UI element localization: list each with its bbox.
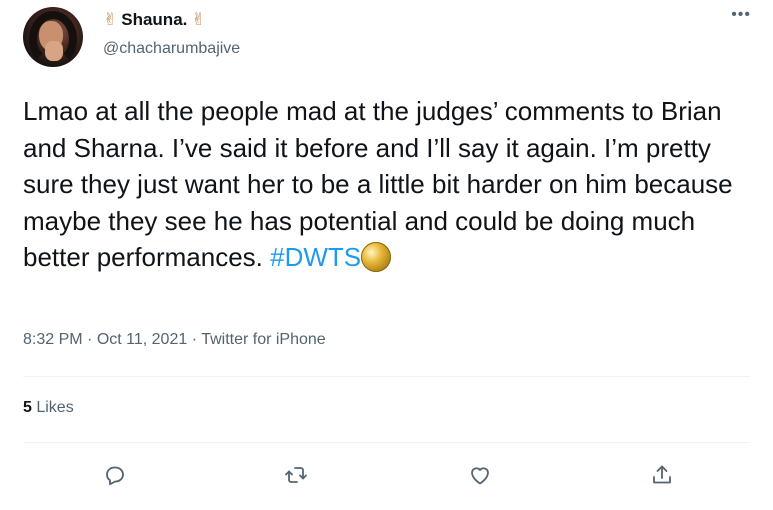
likes-count: 5 — [23, 399, 32, 416]
meta-separator: · — [82, 331, 97, 348]
like-button[interactable] — [463, 458, 497, 492]
share-button[interactable] — [645, 458, 679, 492]
display-name[interactable]: Shauna. — [121, 10, 187, 30]
avatar-hand — [45, 41, 63, 61]
share-icon — [653, 465, 671, 484]
hashtag-link[interactable]: #DWTS — [270, 242, 361, 272]
mirrorball-icon — [361, 242, 392, 272]
user-handle[interactable]: @chacharumbajive — [103, 40, 240, 58]
tweet-date[interactable]: Oct 11, 2021 — [97, 331, 187, 348]
tweet-meta: 8:32 PM · Oct 11, 2021 · Twitter for iPh… — [23, 331, 326, 349]
likes-label: Likes — [31, 399, 74, 416]
reply-button[interactable] — [98, 458, 132, 492]
divider — [23, 376, 750, 377]
action-bar — [0, 458, 773, 492]
tweet-source[interactable]: Twitter for iPhone — [201, 331, 326, 348]
divider — [23, 442, 750, 443]
meta-separator: · — [187, 331, 202, 348]
victory-hand-emoji-icon: ✌ — [103, 10, 118, 30]
reply-icon — [106, 466, 124, 486]
retweet-icon — [285, 467, 307, 483]
tweet-time[interactable]: 8:32 PM — [23, 331, 83, 348]
tweet-card: ✌ Shauna. ✌ @chacharumbajive ••• Lmao at… — [0, 0, 773, 510]
more-options-icon[interactable]: ••• — [731, 6, 751, 24]
victory-hand-emoji-icon: ✌ — [191, 10, 206, 30]
tweet-text: Lmao at all the people mad at the judges… — [23, 93, 763, 276]
likes-stat[interactable]: 5 Likes — [23, 399, 74, 417]
heart-icon — [471, 467, 489, 485]
retweet-button[interactable] — [279, 458, 313, 492]
avatar[interactable] — [23, 7, 83, 67]
display-name-row[interactable]: ✌ Shauna. ✌ — [103, 10, 206, 30]
